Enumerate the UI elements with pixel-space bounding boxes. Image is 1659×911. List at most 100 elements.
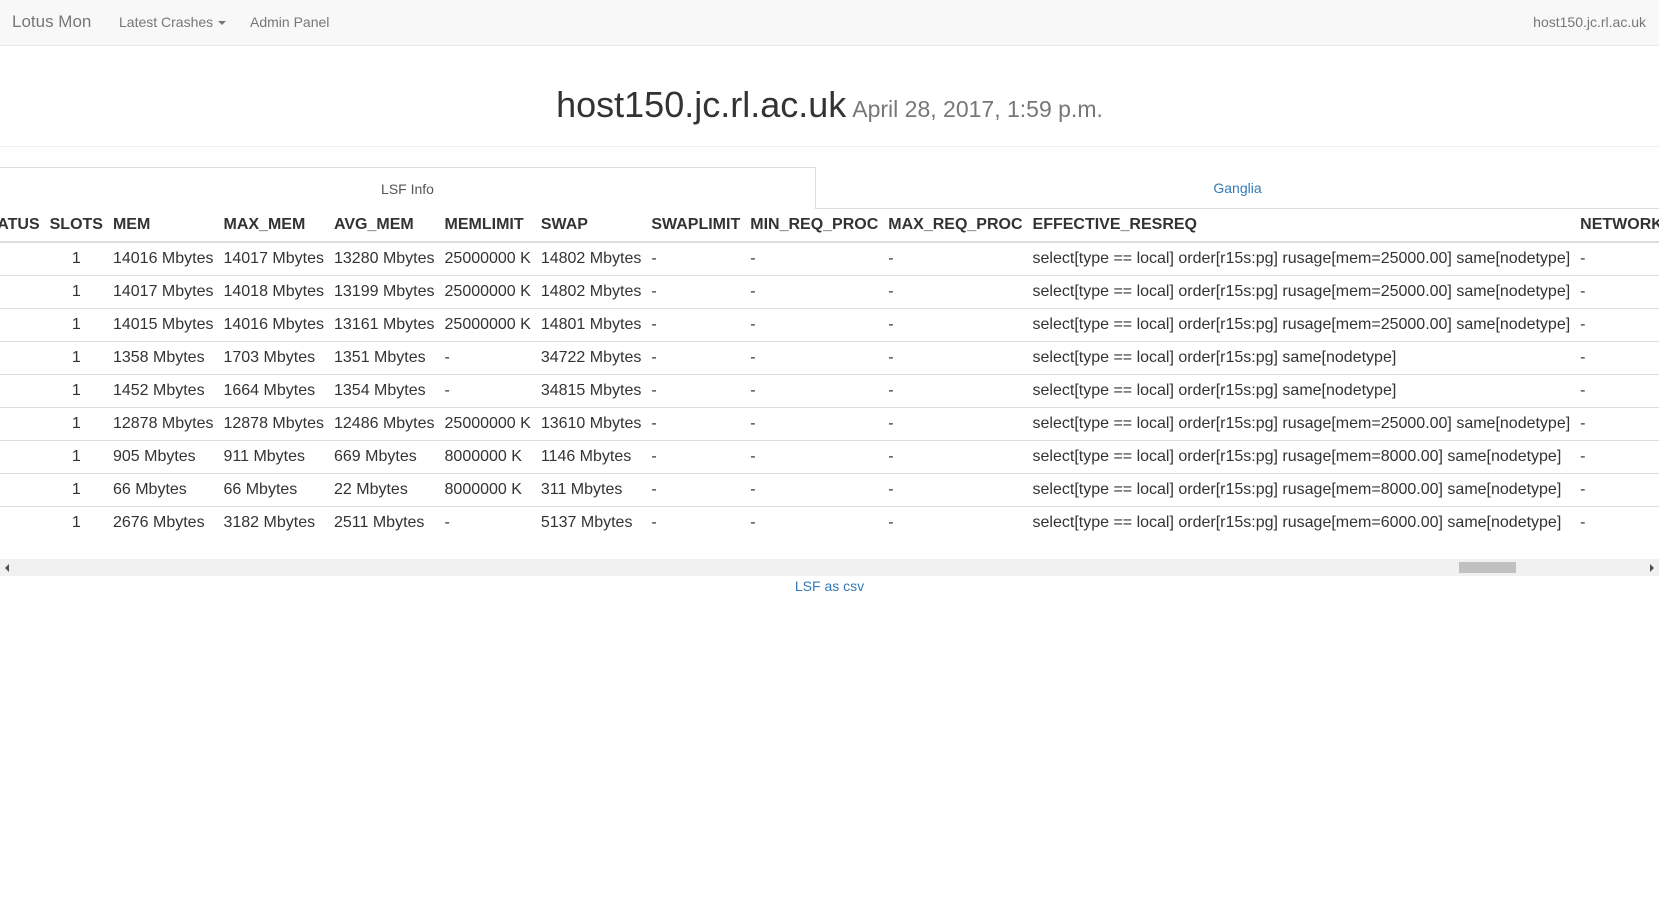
table-cell-max-mem: 14018 Mbytes (223, 275, 334, 309)
table-cell-max-mem: 911 Mbytes (223, 440, 334, 474)
column-header-max-req-proc: MAX_REQ_PROC (888, 209, 1033, 243)
brand-link[interactable]: Lotus Mon (12, 12, 91, 32)
admin-panel-link[interactable]: Admin Panel (250, 14, 329, 30)
table-cell-max-mem: 14016 Mbytes (223, 308, 334, 342)
navbar: Lotus Mon Latest Crashes Admin Panel hos… (0, 0, 1659, 46)
table-cell-avg-mem: 1351 Mbytes (334, 341, 445, 375)
column-header-avg-mem: AVG_MEM (334, 209, 445, 243)
table-cell-max-req-proc: - (888, 473, 1033, 507)
table-cell-status (0, 473, 50, 507)
table-cell-max-mem: 1703 Mbytes (223, 341, 334, 375)
column-header-effective-resreq: EFFECTIVE_RESREQ (1032, 209, 1581, 243)
scrollbar-thumb[interactable] (1459, 562, 1516, 573)
table-cell-swaplimit: - (651, 407, 751, 441)
scroll-left-icon[interactable] (0, 559, 17, 576)
table-cell-memlimit: 25000000 K (444, 242, 541, 276)
column-header-slots: SLOTS (49, 209, 113, 243)
table-cell-slots: 1 (49, 440, 113, 474)
table-row: 1 14016 Mbytes 14017 Mbytes 13280 Mbytes 250… (0, 242, 1659, 276)
table-row: 1 12878 Mbytes 12878 Mbytes 12486 Mbytes 250… (0, 407, 1659, 441)
table-cell-max-mem: 14017 Mbytes (223, 242, 334, 276)
column-header-memlimit: MEMLIMIT (444, 209, 541, 243)
column-header-network: NETWORK (1580, 209, 1659, 243)
table-cell-status (0, 242, 50, 276)
table-cell-avg-mem: 13161 Mbytes (334, 308, 445, 342)
table-cell-max-req-proc: - (888, 308, 1033, 342)
table-cell-swap: 34722 Mbytes (540, 341, 652, 375)
table-row: 1 14017 Mbytes 14018 Mbytes 13199 Mbytes 250… (0, 275, 1659, 309)
table-cell-swaplimit: - (651, 308, 751, 342)
table-cell-swap: 13610 Mbytes (540, 407, 652, 441)
table-cell-memlimit: 25000000 K (444, 407, 541, 441)
column-header-max-mem: MAX_MEM (223, 209, 334, 243)
table-cell-mem: 905 Mbytes (112, 440, 224, 474)
table-row: 1 2676 Mbytes 3182 Mbytes 2511 Mbytes - 5137 … (0, 507, 1659, 540)
table-cell-max-req-proc: - (888, 514, 894, 531)
horizontal-scrollbar[interactable] (0, 559, 1659, 576)
table-cell-min-req-proc: - (750, 374, 889, 408)
table-cell-network: - (1580, 440, 1659, 474)
tab-ganglia[interactable]: Ganglia (816, 167, 1659, 209)
table-cell-slots: 1 (49, 275, 113, 309)
table-cell-swaplimit: - (651, 514, 657, 531)
table-cell-memlimit: 8000000 K (444, 473, 541, 507)
table-cell-swap: 1146 Mbytes (540, 440, 652, 474)
table-cell-effective-resreq: select[type == local] order[r15s:pg] rus… (1032, 514, 1562, 531)
table-cell-mem: 14015 Mbytes (112, 308, 224, 342)
table-cell-effective-resreq: select[type == local] order[r15s:pg] rus… (1032, 407, 1581, 441)
page-date: April 28, 2017, 1:59 p.m. (852, 96, 1103, 122)
page-title: host150.jc.rl.ac.uk (556, 84, 847, 125)
lsf-csv-link[interactable]: LSF as csv (795, 578, 864, 594)
table-cell-mem: 14017 Mbytes (112, 275, 224, 309)
table-cell-swap: 14802 Mbytes (540, 275, 652, 309)
table-body: 1 14016 Mbytes 14017 Mbytes 13280 Mbytes 250… (0, 242, 1659, 539)
table-cell-min-req-proc: - (750, 341, 889, 375)
table-cell-network: - (1580, 275, 1659, 309)
table-cell-min-req-proc: - (750, 440, 889, 474)
table-cell-status (0, 308, 50, 342)
table-cell-avg-mem: 669 Mbytes (334, 440, 445, 474)
column-header-min-req-proc: MIN_REQ_PROC (750, 209, 889, 243)
table-cell-status (0, 507, 50, 540)
table-cell-swaplimit: - (651, 275, 751, 309)
table-cell-swap: 5137 Mbytes (540, 514, 633, 531)
table-cell-status (0, 407, 50, 441)
table-cell-effective-resreq: select[type == local] order[r15s:pg] rus… (1032, 275, 1581, 309)
csv-link-container: LSF as csv (0, 578, 1659, 594)
table-cell-swaplimit: - (651, 242, 751, 276)
table-cell-mem: 1358 Mbytes (112, 341, 224, 375)
column-header-swaplimit: SWAPLIMIT (651, 209, 751, 243)
table-cell-max-req-proc: - (888, 407, 1033, 441)
table-cell-min-req-proc: - (750, 275, 889, 309)
table-cell-avg-mem: 12486 Mbytes (334, 407, 445, 441)
latest-crashes-label: Latest Crashes (119, 14, 214, 30)
lsf-table: STATUSSLOTSMEMMAX_MEMAVG_MEMMEMLIMITSWAP… (0, 209, 1659, 539)
table-cell-memlimit: 8000000 K (444, 440, 541, 474)
table-cell-effective-resreq: select[type == local] order[r15s:pg] rus… (1032, 242, 1581, 276)
table-cell-min-req-proc: - (750, 514, 756, 531)
scroll-right-icon[interactable] (1642, 559, 1659, 576)
table-cell-swap: 34815 Mbytes (540, 374, 652, 408)
latest-crashes-dropdown[interactable]: Latest Crashes (119, 14, 227, 30)
caret-down-icon (218, 21, 227, 26)
header-divider (0, 146, 1659, 147)
table-cell-swap: 311 Mbytes (540, 473, 652, 507)
table-cell-max-req-proc: - (888, 374, 1033, 408)
table-cell-slots: 1 (49, 407, 113, 441)
table-cell-swaplimit: - (651, 341, 751, 375)
table-row: 1 66 Mbytes 66 Mbytes 22 Mbytes 8000000 K 311… (0, 473, 1659, 507)
table-row: 1 905 Mbytes 911 Mbytes 669 Mbytes 8000000 K… (0, 440, 1659, 474)
table-cell-avg-mem: 2511 Mbytes (334, 514, 425, 531)
table-cell-slots: 1 (49, 308, 113, 342)
table-cell-avg-mem: 13199 Mbytes (334, 275, 445, 309)
table-cell-avg-mem: 13280 Mbytes (334, 242, 445, 276)
table-cell-memlimit: - (444, 514, 450, 531)
table-cell-network: - (1580, 341, 1659, 375)
tab-lsf-info[interactable]: LSF Info (0, 167, 816, 209)
table-scroll-container[interactable]: STATUSSLOTSMEMMAX_MEMAVG_MEMMEMLIMITSWAP… (0, 209, 1659, 559)
table-cell-status (0, 341, 50, 375)
column-header-mem: MEM (112, 209, 224, 243)
table-cell-network: - (1580, 242, 1659, 276)
table-cell-mem: 66 Mbytes (112, 473, 224, 507)
table-cell-memlimit: 25000000 K (444, 275, 541, 309)
